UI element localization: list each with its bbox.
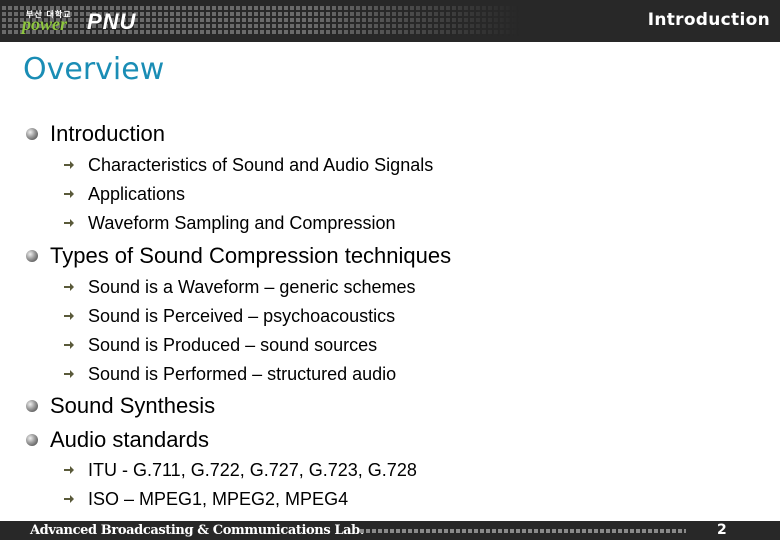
header-pattern <box>0 6 520 36</box>
outline-subitem-label: Sound is Perceived – psychoacoustics <box>88 306 396 326</box>
outline-item-label: Types of Sound Compression techniques <box>50 243 452 268</box>
outline-item-label: Audio standards <box>50 427 209 452</box>
arrow-bullet-icon <box>64 219 74 227</box>
logo-power-text: power <box>22 14 67 34</box>
outline-subitem-label: ISO – MPEG1, MPEG2, MPEG4 <box>88 489 349 509</box>
arrow-bullet-icon <box>64 161 74 169</box>
outline-subitem: ITU - G.711, G.722, G.727, G.723, G.728 <box>64 459 417 481</box>
lab-name: Advanced Broadcasting & Communications L… <box>30 523 364 538</box>
outline-subitem: Applications <box>64 183 186 205</box>
footer-dotted-rule <box>360 529 686 533</box>
outline-item-label: Sound Synthesis <box>50 393 216 418</box>
outline-subitem-label: Sound is Performed – structured audio <box>88 364 397 384</box>
outline-subitem-label: Applications <box>88 184 186 204</box>
outline-subitem-label: Sound is Produced – sound sources <box>88 335 378 355</box>
outline-item-label: Introduction <box>50 121 165 146</box>
arrow-bullet-icon <box>64 466 74 474</box>
sphere-bullet-icon <box>26 128 38 140</box>
arrow-bullet-icon <box>64 190 74 198</box>
logo-pnu-text: PNU <box>87 9 137 34</box>
outline-item: Sound Synthesis <box>26 393 216 419</box>
sphere-bullet-icon <box>26 400 38 412</box>
arrow-bullet-icon <box>64 341 74 349</box>
outline-subitem: Waveform Sampling and Compression <box>64 212 396 234</box>
arrow-bullet-icon <box>64 312 74 320</box>
slide-header: 부산 대학교 power PNU Introduction <box>0 0 780 42</box>
section-title: Introduction <box>647 10 770 30</box>
outline-subitem-label: ITU - G.711, G.722, G.727, G.723, G.728 <box>88 460 417 480</box>
outline-subitem: Sound is Produced – sound sources <box>64 334 378 356</box>
outline-subitem-label: Characteristics of Sound and Audio Signa… <box>88 155 434 175</box>
outline-subitem: Sound is a Waveform – generic schemes <box>64 276 416 298</box>
arrow-bullet-icon <box>64 283 74 291</box>
outline-subitem-label: Sound is a Waveform – generic schemes <box>88 277 416 297</box>
page-title: Overview <box>23 52 165 87</box>
arrow-bullet-icon <box>64 370 74 378</box>
outline-subitem: Sound is Performed – structured audio <box>64 363 397 385</box>
outline-item: Introduction <box>26 121 165 147</box>
arrow-bullet-icon <box>64 495 74 503</box>
sphere-bullet-icon <box>26 434 38 446</box>
outline-subitem: Sound is Perceived – psychoacoustics <box>64 305 396 327</box>
page-number: 2 <box>717 522 727 538</box>
sphere-bullet-icon <box>26 250 38 262</box>
outline-subitem: ISO – MPEG1, MPEG2, MPEG4 <box>64 488 349 510</box>
outline-item: Types of Sound Compression techniques <box>26 243 452 269</box>
outline-item: Audio standards <box>26 427 209 453</box>
slide-footer: Advanced Broadcasting & Communications L… <box>0 521 780 540</box>
outline-subitem-label: Waveform Sampling and Compression <box>88 213 396 233</box>
outline-subitem: Characteristics of Sound and Audio Signa… <box>64 154 434 176</box>
